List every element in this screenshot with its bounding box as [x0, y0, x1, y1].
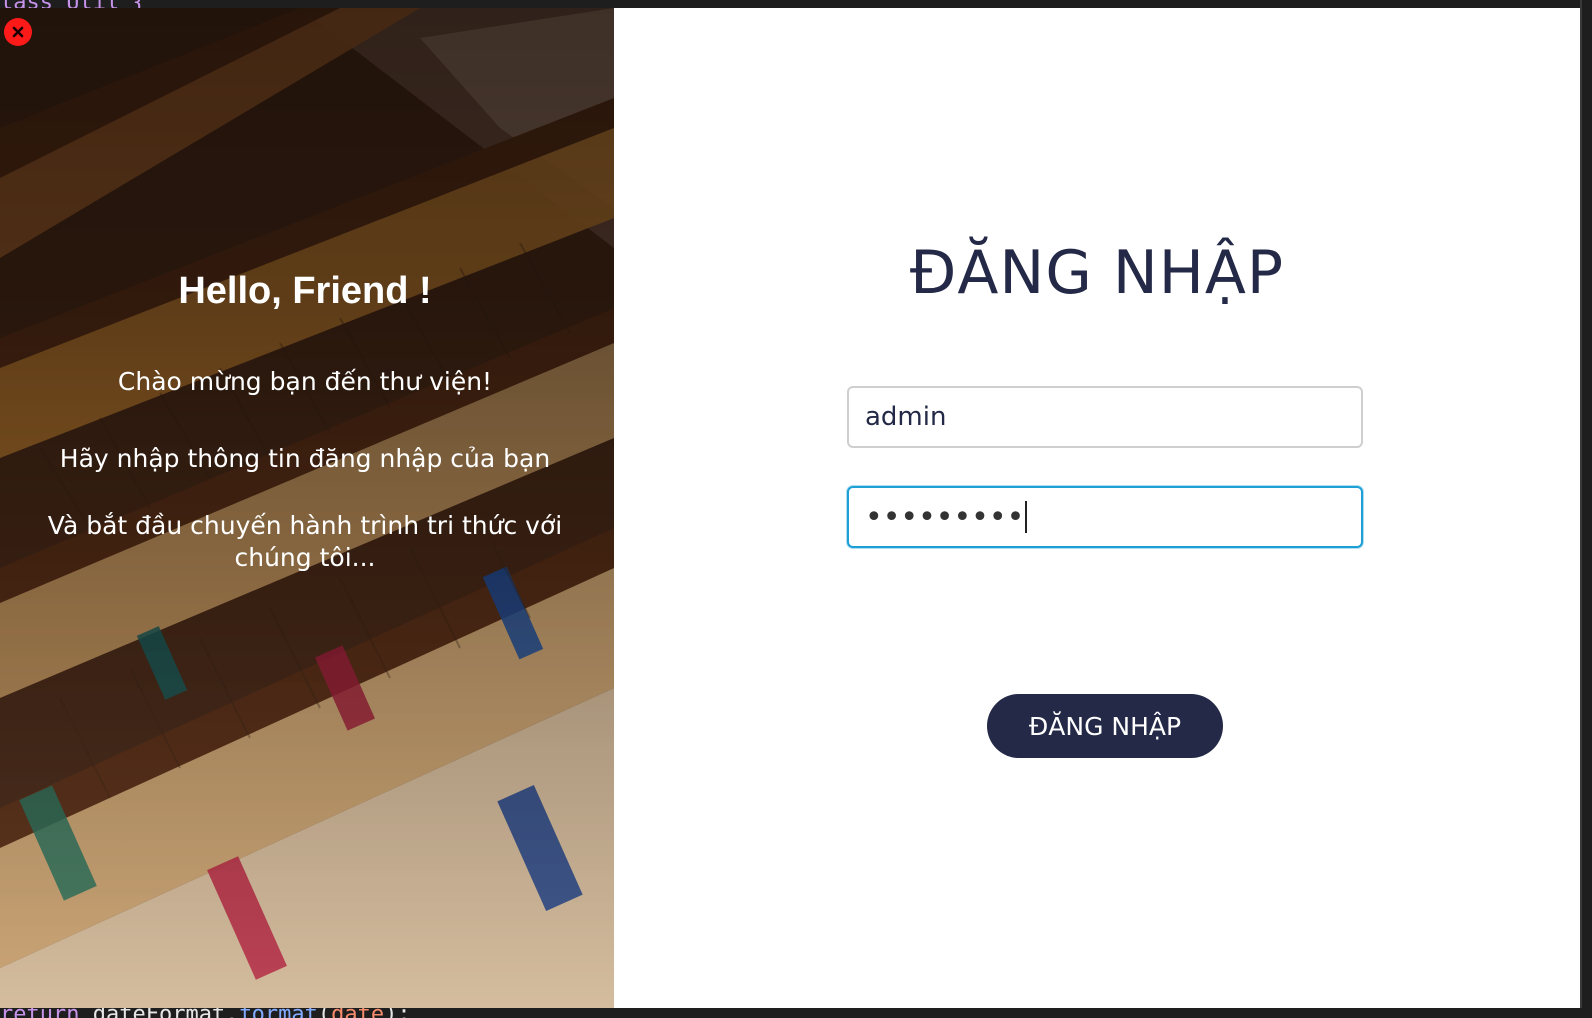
- login-title: ĐĂNG NHẬP: [909, 238, 1285, 308]
- welcome-message-2: Hãy nhập thông tin đăng nhập của bạn: [59, 444, 551, 473]
- close-button[interactable]: [4, 18, 32, 46]
- password-input[interactable]: •••••••••: [847, 486, 1363, 548]
- code-tail: );: [384, 1008, 411, 1018]
- code-object: dateFormat.: [79, 1008, 239, 1018]
- username-input[interactable]: [847, 386, 1363, 448]
- welcome-content: Hello, Friend ! Chào mừng bạn đến thư vi…: [0, 8, 614, 1008]
- close-icon: [12, 26, 24, 38]
- welcome-title: Hello, Friend !: [178, 270, 432, 312]
- text-caret: [1025, 501, 1028, 533]
- editor-scroll-edge: [1580, 0, 1582, 1018]
- login-panel: ĐĂNG NHẬP ••••••••• ĐĂNG NHẬP: [614, 8, 1580, 1008]
- login-button[interactable]: ĐĂNG NHẬP: [987, 694, 1223, 758]
- code-line-bottom: return dateFormat.format(date);: [0, 1008, 411, 1018]
- login-window: Hello, Friend ! Chào mừng bạn đến thư vi…: [0, 8, 1580, 1008]
- password-mask: •••••••••: [865, 499, 1025, 535]
- code-keyword: return: [0, 1008, 79, 1018]
- welcome-message-3: Và bắt đầu chuyến hành trình tri thức vớ…: [47, 511, 563, 572]
- welcome-message-1: Chào mừng bạn đến thư viện!: [117, 367, 493, 396]
- code-line-top: lass Util {: [0, 0, 146, 8]
- editor-code-top: lass Util {: [0, 0, 1592, 8]
- editor-code-bottom: return dateFormat.format(date);: [0, 1008, 1592, 1018]
- code-argument: date: [331, 1008, 384, 1018]
- welcome-panel: Hello, Friend ! Chào mừng bạn đến thư vi…: [0, 8, 614, 1008]
- code-method: format: [238, 1008, 317, 1018]
